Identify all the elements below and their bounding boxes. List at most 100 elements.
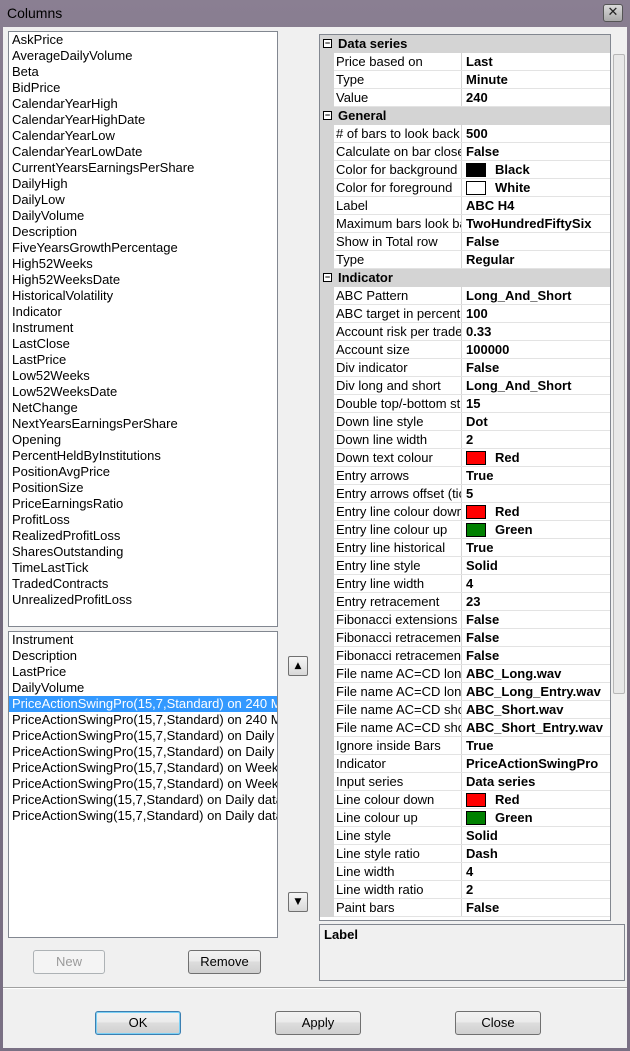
property-row[interactable]: Input series Data series: [320, 773, 610, 791]
property-value[interactable]: Green: [466, 521, 610, 538]
property-value[interactable]: 2: [466, 431, 610, 448]
property-value[interactable]: 100: [466, 305, 610, 322]
property-row[interactable]: Line style ratio Dash: [320, 845, 610, 863]
property-value[interactable]: Regular: [466, 251, 610, 268]
selected-column-item[interactable]: PriceActionSwingPro(15,7,Standard) on 24…: [9, 712, 277, 728]
selected-column-item[interactable]: PriceActionSwingPro(15,7,Standard) on We…: [9, 776, 277, 792]
property-row[interactable]: Calculate on bar close False: [320, 143, 610, 161]
property-row[interactable]: ABC Pattern Long_And_Short: [320, 287, 610, 305]
property-row[interactable]: Line style Solid: [320, 827, 610, 845]
property-row[interactable]: Show in Total row False: [320, 233, 610, 251]
property-row[interactable]: Entry line colour down Red: [320, 503, 610, 521]
available-column-item[interactable]: Indicator: [9, 304, 277, 320]
apply-button[interactable]: Apply: [275, 1011, 361, 1035]
collapse-icon[interactable]: −: [323, 111, 332, 120]
title-bar[interactable]: Columns ✕: [0, 0, 630, 28]
property-value[interactable]: 4: [466, 863, 610, 880]
property-value[interactable]: PriceActionSwingPro: [466, 755, 610, 772]
property-grid[interactable]: − Data series Price based on Last Type Minute…: [319, 34, 611, 921]
property-value[interactable]: 2: [466, 881, 610, 898]
scrollbar-thumb[interactable]: [613, 54, 625, 694]
property-value[interactable]: 4: [466, 575, 610, 592]
property-value[interactable]: 15: [466, 395, 610, 412]
available-column-item[interactable]: DailyHigh: [9, 176, 277, 192]
selected-column-item[interactable]: LastPrice: [9, 664, 277, 680]
property-row[interactable]: Paint bars False: [320, 899, 610, 917]
property-value[interactable]: Red: [466, 449, 610, 466]
property-row[interactable]: File name AC=CD long ABC_Long.wav: [320, 665, 610, 683]
new-button[interactable]: New: [33, 950, 105, 974]
available-column-item[interactable]: High52WeeksDate: [9, 272, 277, 288]
property-row[interactable]: Type Regular: [320, 251, 610, 269]
property-row[interactable]: Fibonacci retracements False: [320, 629, 610, 647]
available-column-item[interactable]: LastClose: [9, 336, 277, 352]
selected-column-item[interactable]: DailyVolume: [9, 680, 277, 696]
move-up-button[interactable]: ▲: [288, 656, 308, 676]
property-row[interactable]: Down line style Dot: [320, 413, 610, 431]
available-column-item[interactable]: Beta: [9, 64, 277, 80]
available-column-item[interactable]: FiveYearsGrowthPercentage: [9, 240, 277, 256]
available-column-item[interactable]: TimeLastTick: [9, 560, 277, 576]
property-row[interactable]: Line colour down Red: [320, 791, 610, 809]
property-row[interactable]: Maximum bars look backTwoHundredFiftySix: [320, 215, 610, 233]
property-row[interactable]: Indicator PriceActionSwingPro: [320, 755, 610, 773]
available-column-item[interactable]: BidPrice: [9, 80, 277, 96]
available-column-item[interactable]: PercentHeldByInstitutions: [9, 448, 277, 464]
selected-column-item[interactable]: PriceActionSwingPro(15,7,Standard) on 24…: [9, 696, 277, 712]
property-row[interactable]: File name AC=CD short entryABC_Short_Ent…: [320, 719, 610, 737]
category-header[interactable]: − Data series: [320, 35, 610, 53]
property-value[interactable]: False: [466, 233, 610, 250]
property-value[interactable]: ABC_Long.wav: [466, 665, 610, 682]
selected-column-item[interactable]: Description: [9, 648, 277, 664]
property-value[interactable]: False: [466, 359, 610, 376]
property-value[interactable]: Red: [466, 791, 610, 808]
available-column-item[interactable]: LastPrice: [9, 352, 277, 368]
available-column-item[interactable]: CalendarYearLow: [9, 128, 277, 144]
available-column-item[interactable]: NetChange: [9, 400, 277, 416]
property-row[interactable]: File name AC=CD long entryABC_Long_Entry…: [320, 683, 610, 701]
property-value[interactable]: ABC_Long_Entry.wav: [466, 683, 610, 700]
selected-columns-list[interactable]: Instrument Description LastPrice DailyVolum…: [8, 631, 278, 938]
property-value[interactable]: 100000: [466, 341, 610, 358]
available-column-item[interactable]: High52Weeks: [9, 256, 277, 272]
available-column-item[interactable]: CalendarYearHighDate: [9, 112, 277, 128]
remove-button[interactable]: Remove: [188, 950, 261, 974]
property-row[interactable]: File name AC=CD short ABC_Short.wav: [320, 701, 610, 719]
move-down-button[interactable]: ▼: [288, 892, 308, 912]
available-column-item[interactable]: UnrealizedProfitLoss: [9, 592, 277, 608]
property-value[interactable]: Long_And_Short: [466, 287, 610, 304]
property-value[interactable]: False: [466, 647, 610, 664]
property-row[interactable]: Entry line historical True: [320, 539, 610, 557]
close-button[interactable]: Close: [455, 1011, 541, 1035]
available-column-item[interactable]: AverageDailyVolume: [9, 48, 277, 64]
category-header[interactable]: − Indicator: [320, 269, 610, 287]
property-value[interactable]: 23: [466, 593, 610, 610]
property-row[interactable]: Down text colour Red: [320, 449, 610, 467]
property-value[interactable]: Minute: [466, 71, 610, 88]
available-column-item[interactable]: Instrument: [9, 320, 277, 336]
property-row[interactable]: Account size 100000: [320, 341, 610, 359]
property-row[interactable]: Account risk per trade 0.33: [320, 323, 610, 341]
property-grid-scrollbar[interactable]: [612, 34, 626, 921]
available-column-item[interactable]: ProfitLoss: [9, 512, 277, 528]
collapse-icon[interactable]: −: [323, 273, 332, 282]
property-row[interactable]: Div long and short Long_And_Short: [320, 377, 610, 395]
property-value[interactable]: Solid: [466, 557, 610, 574]
available-column-item[interactable]: AskPrice: [9, 32, 277, 48]
available-column-item[interactable]: Opening: [9, 432, 277, 448]
selected-column-item[interactable]: PriceActionSwingPro(15,7,Standard) on We…: [9, 760, 277, 776]
property-row[interactable]: Label ABC H4: [320, 197, 610, 215]
property-value[interactable]: ABC_Short.wav: [466, 701, 610, 718]
property-value[interactable]: True: [466, 467, 610, 484]
property-value[interactable]: True: [466, 539, 610, 556]
property-row[interactable]: Entry line style Solid: [320, 557, 610, 575]
property-value[interactable]: ABC_Short_Entry.wav: [466, 719, 610, 736]
property-value[interactable]: Data series: [466, 773, 610, 790]
property-row[interactable]: ABC target in percent 100: [320, 305, 610, 323]
property-row[interactable]: Price based on Last: [320, 53, 610, 71]
collapse-icon[interactable]: −: [323, 39, 332, 48]
property-value[interactable]: Long_And_Short: [466, 377, 610, 394]
selected-column-item[interactable]: PriceActionSwingPro(15,7,Standard) on Da…: [9, 744, 277, 760]
property-row[interactable]: Entry arrows offset (ticks)5: [320, 485, 610, 503]
property-row[interactable]: Entry line width 4: [320, 575, 610, 593]
